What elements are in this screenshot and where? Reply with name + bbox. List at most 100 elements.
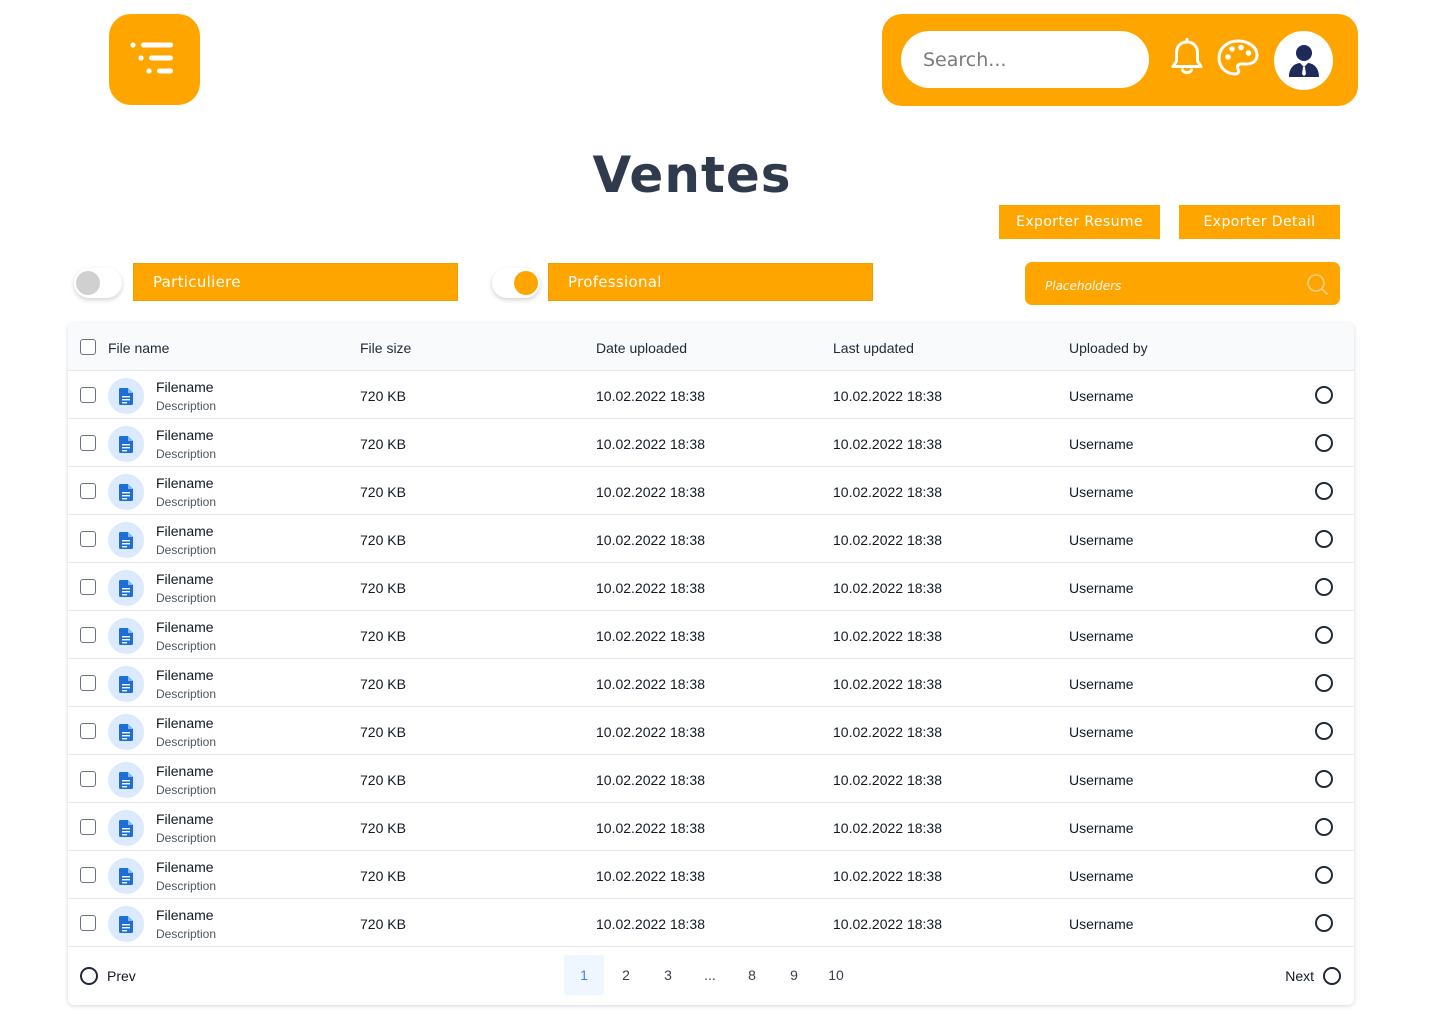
row-radio-button[interactable] [1315, 674, 1333, 692]
page-number-button[interactable]: 1 [564, 955, 604, 995]
page-number-button[interactable]: 3 [648, 955, 688, 995]
search-icon[interactable] [1306, 273, 1328, 295]
file-name: Filename [156, 619, 214, 635]
last-updated: 10.02.2022 18:38 [833, 580, 942, 596]
export-detail-button[interactable]: Exporter Detail [1179, 205, 1340, 239]
last-updated: 10.02.2022 18:38 [833, 772, 942, 788]
date-uploaded: 10.02.2022 18:38 [596, 532, 705, 548]
row-checkbox[interactable] [80, 723, 96, 739]
column-header-last-updated[interactable]: Last updated [833, 340, 914, 356]
bell-icon[interactable] [1169, 38, 1205, 78]
last-updated: 10.02.2022 18:38 [833, 628, 942, 644]
file-icon [108, 570, 144, 606]
table-row[interactable]: Filename Description 720 KB 10.02.2022 18:3… [68, 659, 1354, 707]
table-row[interactable]: Filename Description 720 KB 10.02.2022 18:3… [68, 851, 1354, 899]
date-uploaded: 10.02.2022 18:38 [596, 628, 705, 644]
table-row[interactable]: Filename Description 720 KB 10.02.2022 18:3… [68, 371, 1354, 419]
page-numbers: 1 2 3... 8 9 10 [564, 955, 858, 995]
professional-filter[interactable]: Professional [548, 263, 873, 301]
table-row[interactable]: Filename Description 720 KB 10.02.2022 18:3… [68, 563, 1354, 611]
table-row[interactable]: Filename Description 720 KB 10.02.2022 18:3… [68, 707, 1354, 755]
column-header-date-uploaded[interactable]: Date uploaded [596, 340, 687, 356]
table-row[interactable]: Filename Description 720 KB 10.02.2022 18:3… [68, 755, 1354, 803]
file-size: 720 KB [360, 580, 406, 596]
last-updated: 10.02.2022 18:38 [833, 436, 942, 452]
professional-toggle[interactable] [492, 268, 540, 298]
row-radio-button[interactable] [1315, 626, 1333, 644]
next-label: Next [1285, 968, 1314, 984]
row-checkbox[interactable] [80, 579, 96, 595]
file-name: Filename [156, 859, 214, 875]
row-radio-button[interactable] [1315, 530, 1333, 548]
column-header-file-name[interactable]: File name [108, 340, 169, 356]
row-checkbox[interactable] [80, 867, 96, 883]
file-description: Description [156, 687, 217, 701]
file-description: Description [156, 879, 217, 893]
row-radio-button[interactable] [1315, 818, 1333, 836]
toggle-knob [514, 271, 538, 295]
file-size: 720 KB [360, 676, 406, 692]
date-uploaded: 10.02.2022 18:38 [596, 916, 705, 932]
row-checkbox[interactable] [80, 675, 96, 691]
table-row[interactable]: Filename Description 720 KB 10.02.2022 18:3… [68, 467, 1354, 515]
row-checkbox[interactable] [80, 483, 96, 499]
menu-button[interactable] [109, 14, 200, 105]
page-number-button[interactable]: 8 [732, 955, 772, 995]
row-checkbox[interactable] [80, 531, 96, 547]
file-icon [108, 714, 144, 750]
row-radio-button[interactable] [1315, 578, 1333, 596]
pagination: Prev 1 2 3... 8 9 10 Next [68, 947, 1354, 1005]
uploaded-by: Username [1069, 724, 1134, 740]
date-uploaded: 10.02.2022 18:38 [596, 724, 705, 740]
row-radio-button[interactable] [1315, 914, 1333, 932]
table-row[interactable]: Filename Description 720 KB 10.02.2022 18:3… [68, 803, 1354, 851]
row-radio-button[interactable] [1315, 434, 1333, 452]
file-name: Filename [156, 571, 214, 587]
file-description: Description [156, 927, 217, 941]
row-radio-button[interactable] [1315, 866, 1333, 884]
row-checkbox[interactable] [80, 627, 96, 643]
table-row[interactable]: Filename Description 720 KB 10.02.2022 18:3… [68, 611, 1354, 659]
files-table: File name File size Date uploaded Last u… [68, 323, 1354, 1005]
uploaded-by: Username [1069, 388, 1134, 404]
table-row[interactable]: Filename Description 720 KB 10.02.2022 18:3… [68, 899, 1354, 947]
uploaded-by: Username [1069, 820, 1134, 836]
user-avatar[interactable] [1274, 31, 1333, 90]
row-radio-button[interactable] [1315, 386, 1333, 404]
select-all-checkbox[interactable] [80, 339, 96, 355]
page-number-button[interactable]: 2 [606, 955, 646, 995]
row-checkbox[interactable] [80, 915, 96, 931]
row-checkbox[interactable] [80, 771, 96, 787]
file-icon [108, 906, 144, 942]
table-row[interactable]: Filename Description 720 KB 10.02.2022 18:3… [68, 419, 1354, 467]
row-checkbox[interactable] [80, 387, 96, 403]
next-radio-icon [1323, 967, 1341, 985]
column-header-uploaded-by[interactable]: Uploaded by [1069, 340, 1148, 356]
user-avatar-icon [1288, 44, 1319, 77]
search-input[interactable] [901, 31, 1149, 88]
file-icon [108, 810, 144, 846]
particuliere-filter[interactable]: Particuliere [133, 263, 458, 301]
row-checkbox[interactable] [80, 819, 96, 835]
file-name: Filename [156, 907, 214, 923]
row-radio-button[interactable] [1315, 482, 1333, 500]
export-resume-button[interactable]: Exporter Resume [999, 205, 1160, 239]
file-description: Description [156, 783, 217, 797]
file-name: Filename [156, 427, 214, 443]
page-number-button[interactable]: 10 [816, 955, 856, 995]
prev-page-button[interactable]: Prev [80, 967, 136, 985]
page-number-button[interactable]: 9 [774, 955, 814, 995]
file-size: 720 KB [360, 820, 406, 836]
particuliere-toggle[interactable] [74, 268, 122, 298]
file-description: Description [156, 495, 217, 509]
table-row[interactable]: Filename Description 720 KB 10.02.2022 18:3… [68, 515, 1354, 563]
row-checkbox[interactable] [80, 435, 96, 451]
palette-icon[interactable] [1216, 38, 1260, 78]
filter-search-input[interactable] [1025, 262, 1295, 305]
row-radio-button[interactable] [1315, 722, 1333, 740]
last-updated: 10.02.2022 18:38 [833, 820, 942, 836]
next-page-button[interactable]: Next [1285, 967, 1341, 985]
column-header-file-size[interactable]: File size [360, 340, 411, 356]
last-updated: 10.02.2022 18:38 [833, 916, 942, 932]
row-radio-button[interactable] [1315, 770, 1333, 788]
